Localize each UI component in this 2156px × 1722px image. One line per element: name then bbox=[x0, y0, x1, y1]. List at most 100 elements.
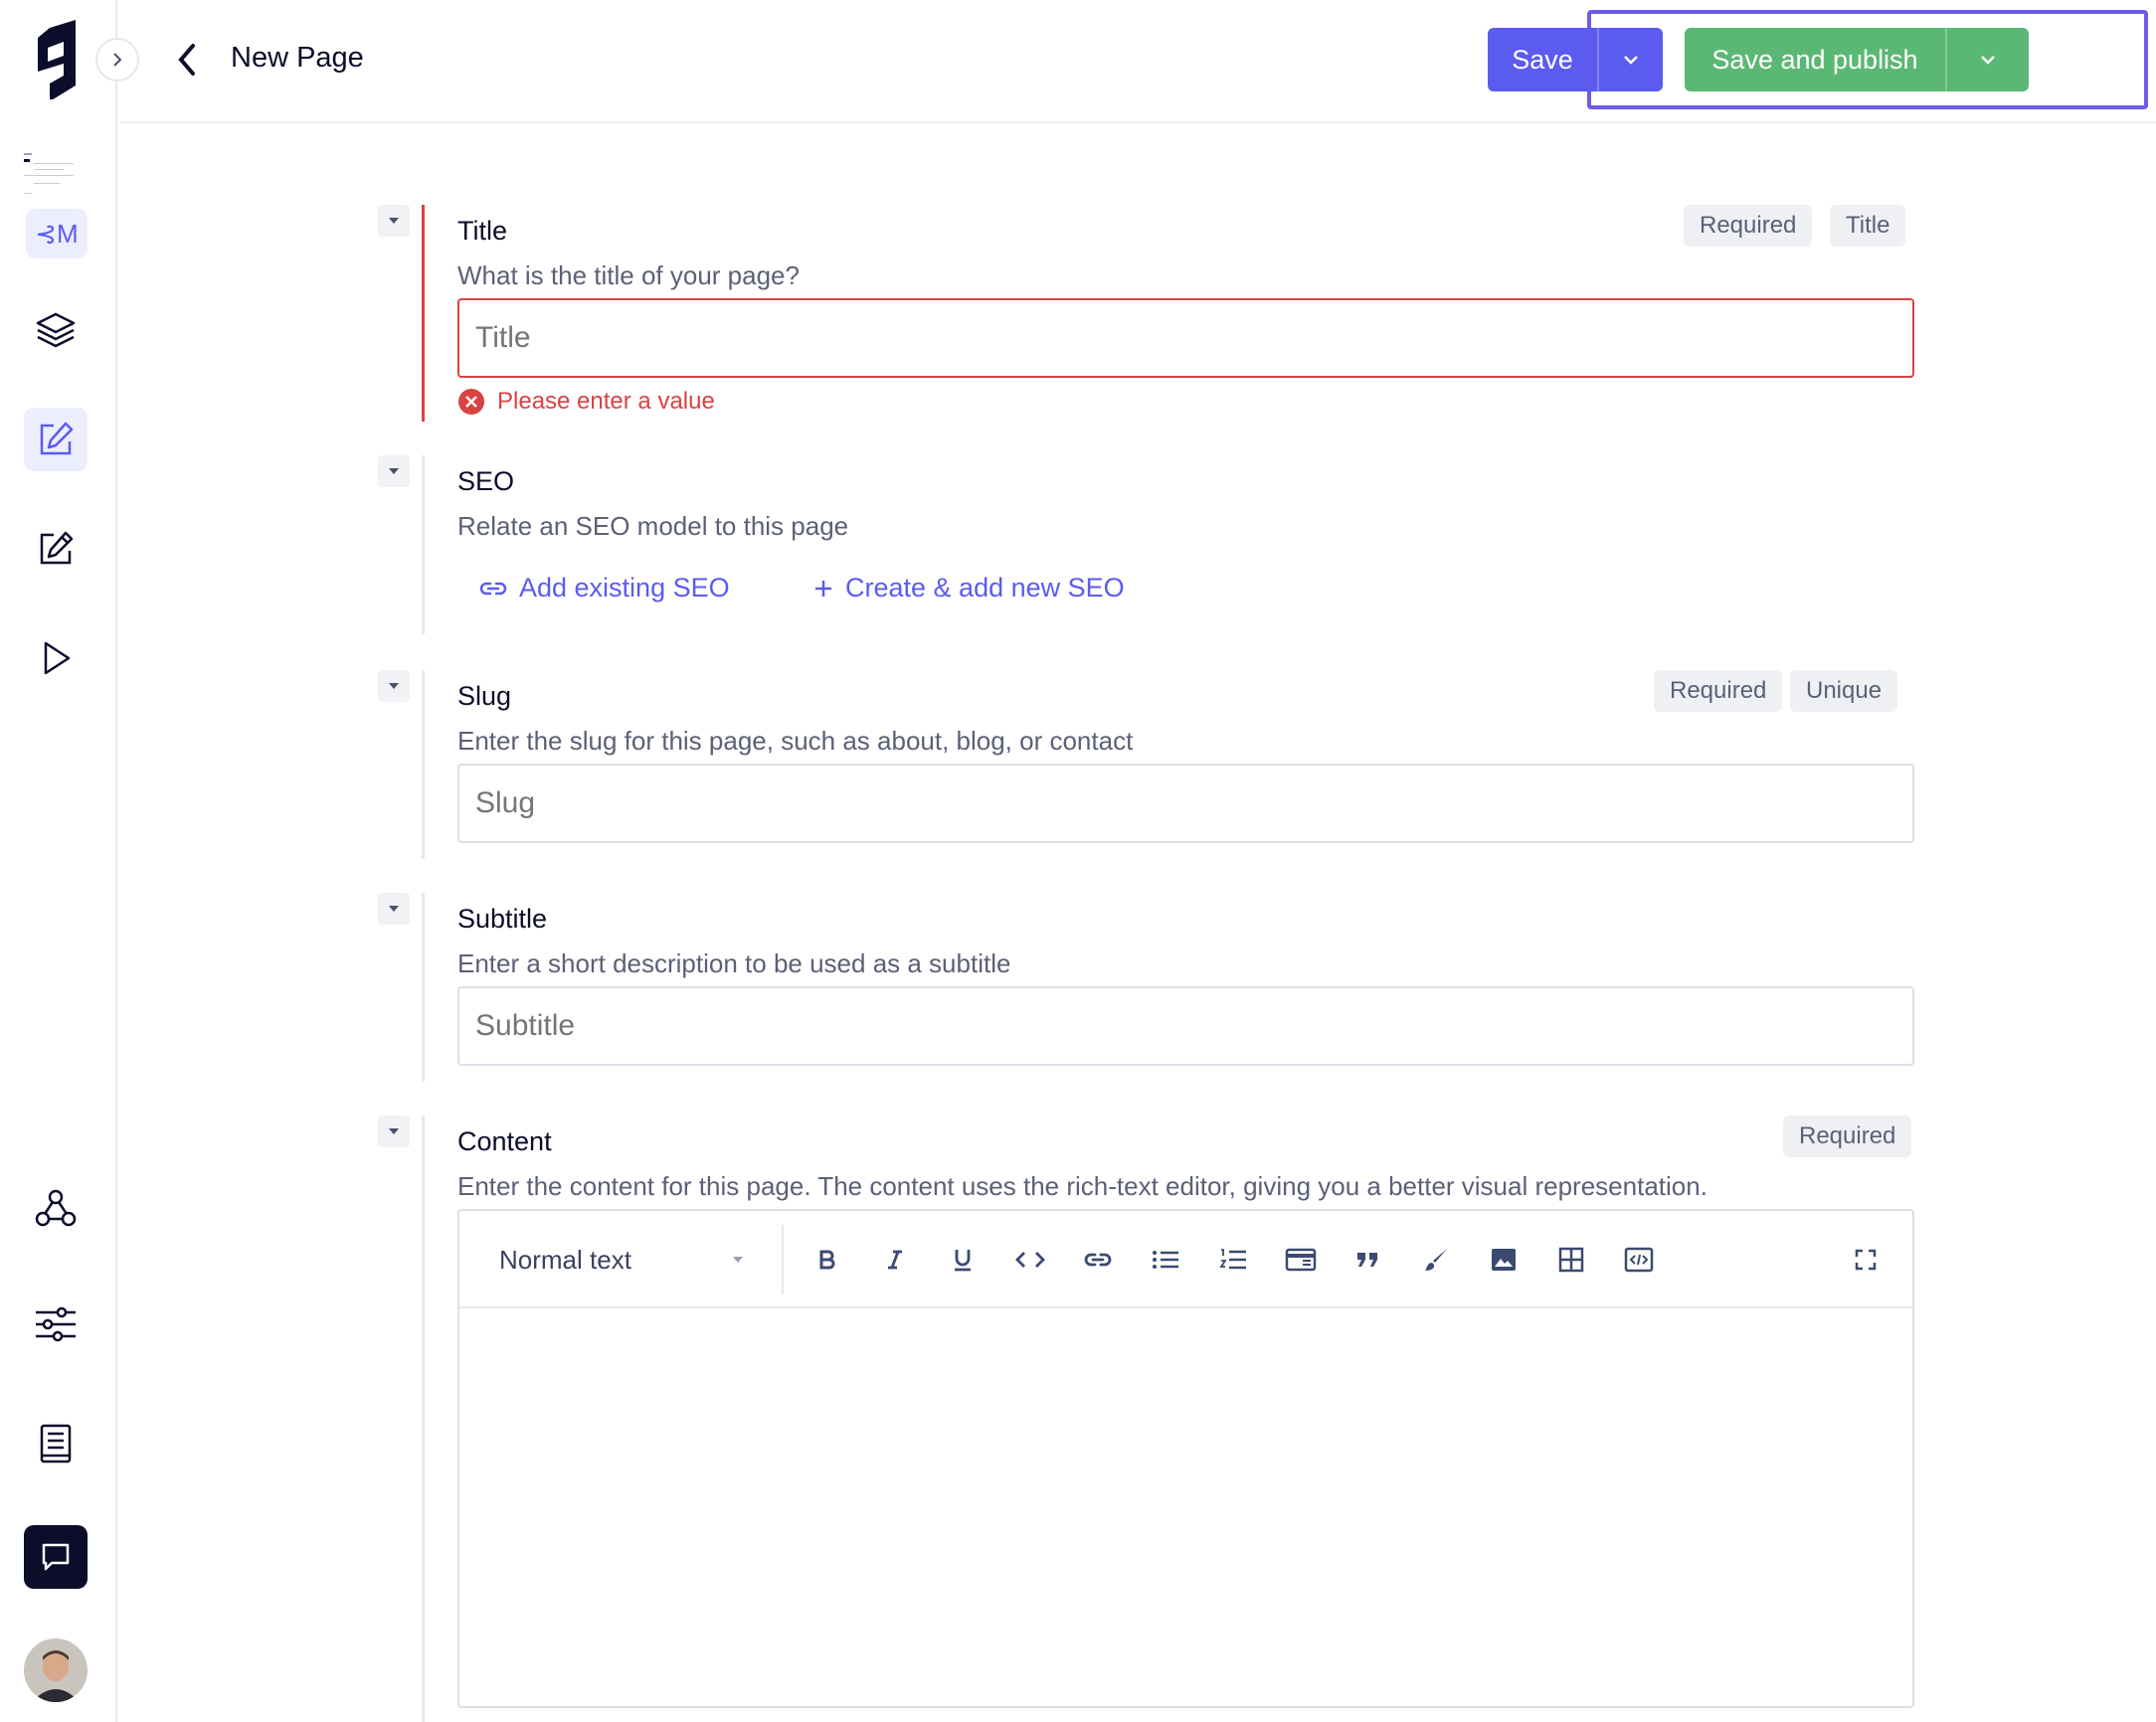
chat-support-button[interactable] bbox=[24, 1525, 88, 1589]
webhooks-nav-item[interactable] bbox=[24, 1177, 88, 1241]
numbered-list-button[interactable] bbox=[1213, 1240, 1253, 1280]
code-block-button[interactable] bbox=[1619, 1240, 1659, 1280]
caret-down-icon bbox=[733, 1257, 743, 1263]
edit-icon bbox=[40, 422, 74, 455]
code-icon bbox=[1015, 1252, 1045, 1268]
project-thumbnail[interactable] bbox=[22, 149, 90, 205]
save-options-dropdown[interactable] bbox=[1597, 28, 1663, 91]
hygraph-logo-icon[interactable] bbox=[28, 14, 86, 101]
required-badge: Required bbox=[1654, 670, 1783, 712]
color-brush-button[interactable] bbox=[1416, 1240, 1456, 1280]
publish-button-group: Save and publish bbox=[1685, 28, 2029, 91]
field-description: Enter the content for this page. The con… bbox=[457, 1171, 1707, 1201]
webhook-icon bbox=[35, 1189, 77, 1227]
quote-icon bbox=[1357, 1253, 1377, 1267]
save-button[interactable]: Save bbox=[1488, 28, 1597, 91]
sliders-icon bbox=[36, 1306, 76, 1342]
text-format-select[interactable]: Normal text bbox=[499, 1245, 631, 1276]
field-description: Enter a short description to be used as … bbox=[457, 948, 1011, 978]
caret-down-icon bbox=[389, 468, 399, 474]
expand-sidebar-button[interactable] bbox=[95, 38, 139, 82]
toolbar-divider bbox=[782, 1225, 784, 1294]
pencil-square-icon bbox=[40, 531, 74, 565]
field-bar bbox=[422, 670, 425, 859]
link-icon bbox=[479, 582, 507, 595]
drafts-nav-item[interactable] bbox=[24, 517, 88, 581]
create-new-seo-label: Create & add new SEO bbox=[845, 573, 1125, 603]
collapse-subtitle-button[interactable] bbox=[378, 893, 410, 925]
bold-icon bbox=[819, 1250, 835, 1270]
required-badge: Required bbox=[1684, 205, 1813, 247]
unique-badge: Unique bbox=[1790, 670, 1898, 712]
link-button[interactable] bbox=[1078, 1240, 1118, 1280]
field-label: Slug bbox=[457, 681, 512, 711]
user-avatar[interactable] bbox=[24, 1638, 88, 1702]
underline-button[interactable] bbox=[943, 1240, 983, 1280]
add-existing-seo-button[interactable]: Add existing SEO bbox=[477, 573, 730, 603]
embed-icon bbox=[1285, 1248, 1317, 1272]
docs-nav-item[interactable] bbox=[24, 1412, 88, 1475]
book-icon bbox=[40, 1424, 72, 1464]
playground-nav-item[interactable] bbox=[24, 626, 88, 690]
editor-toolbar: Normal text bbox=[459, 1211, 1912, 1308]
subtitle-input[interactable] bbox=[457, 986, 1914, 1066]
slug-input[interactable] bbox=[457, 764, 1914, 843]
settings-nav-item[interactable] bbox=[24, 1292, 88, 1356]
embed-button[interactable] bbox=[1281, 1240, 1321, 1280]
publish-options-dropdown[interactable] bbox=[1945, 28, 2029, 91]
collapse-content-button[interactable] bbox=[378, 1116, 410, 1147]
seo-field: SEO Relate an SEO model to this page Add… bbox=[378, 455, 1914, 634]
save-and-publish-button[interactable]: Save and publish bbox=[1685, 28, 1945, 91]
title-badge: Title bbox=[1830, 205, 1906, 247]
table-icon bbox=[1558, 1247, 1584, 1273]
caret-down-icon bbox=[389, 218, 399, 224]
collapse-slug-button[interactable] bbox=[378, 670, 410, 702]
content-model-badge[interactable]: ⊰M bbox=[26, 209, 88, 258]
code-block-icon bbox=[1624, 1247, 1654, 1273]
fullscreen-icon bbox=[1855, 1249, 1877, 1271]
back-button[interactable] bbox=[167, 40, 207, 80]
field-label: Title bbox=[457, 216, 508, 246]
title-error: Please enter a value bbox=[457, 388, 715, 416]
plus-icon bbox=[815, 580, 831, 597]
field-label: SEO bbox=[457, 466, 515, 496]
brush-icon bbox=[1425, 1249, 1447, 1271]
field-label: Content bbox=[457, 1126, 552, 1156]
title-input[interactable] bbox=[457, 298, 1914, 378]
field-description: Enter the slug for this page, such as ab… bbox=[457, 726, 1134, 756]
chevron-left-icon bbox=[178, 44, 195, 76]
bullet-list-icon bbox=[1153, 1251, 1178, 1269]
table-button[interactable] bbox=[1551, 1240, 1591, 1280]
field-bar bbox=[422, 893, 425, 1082]
field-description: Relate an SEO model to this page bbox=[457, 511, 849, 541]
editor-content-area[interactable] bbox=[459, 1308, 1912, 1706]
play-icon bbox=[44, 641, 71, 675]
create-new-seo-button[interactable]: Create & add new SEO bbox=[811, 573, 1125, 603]
save-button-group: Save bbox=[1488, 28, 1663, 91]
chevron-down-icon bbox=[1624, 56, 1638, 65]
field-label: Subtitle bbox=[457, 904, 548, 934]
error-circle-icon bbox=[458, 389, 484, 415]
bullet-list-button[interactable] bbox=[1146, 1240, 1185, 1280]
subtitle-field: Subtitle Enter a short description to be… bbox=[378, 893, 1914, 1082]
caret-down-icon bbox=[389, 1128, 399, 1134]
collapse-title-button[interactable] bbox=[378, 205, 410, 237]
italic-icon bbox=[888, 1250, 902, 1270]
layers-nav-item[interactable] bbox=[24, 298, 88, 362]
bold-button[interactable] bbox=[808, 1240, 847, 1280]
rich-text-editor: Normal text bbox=[457, 1209, 1914, 1708]
field-bar bbox=[422, 455, 425, 634]
image-button[interactable] bbox=[1484, 1240, 1524, 1280]
error-indicator-bar bbox=[422, 205, 425, 422]
numbered-list-icon bbox=[1219, 1249, 1246, 1270]
content-field: Content Required Enter the content for t… bbox=[378, 1116, 1914, 1722]
content-editor-nav-item[interactable] bbox=[24, 408, 88, 471]
required-badge: Required bbox=[1783, 1116, 1912, 1157]
link-icon bbox=[1084, 1253, 1112, 1267]
fullscreen-button[interactable] bbox=[1846, 1240, 1886, 1280]
collapse-seo-button[interactable] bbox=[378, 455, 410, 487]
code-button[interactable] bbox=[1010, 1240, 1050, 1280]
error-message: Please enter a value bbox=[497, 388, 715, 415]
quote-button[interactable] bbox=[1348, 1240, 1388, 1280]
italic-button[interactable] bbox=[875, 1240, 915, 1280]
